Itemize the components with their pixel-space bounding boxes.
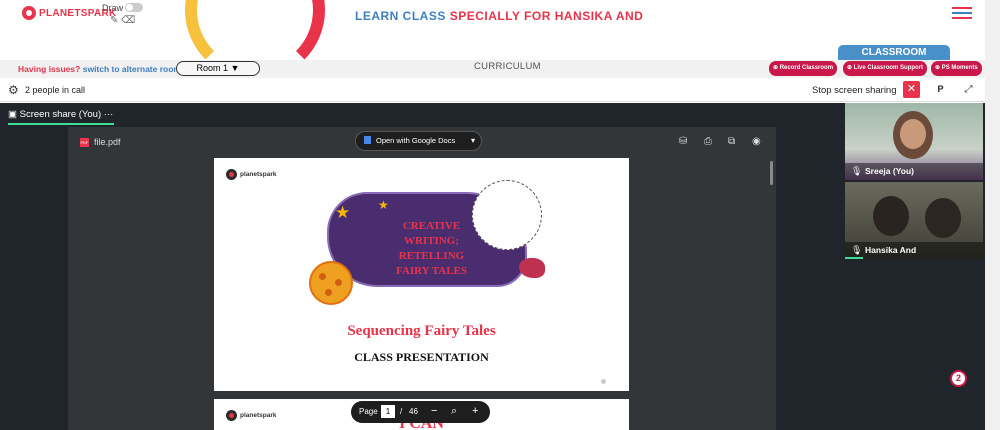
slide-logo-text: planetspark	[240, 412, 277, 419]
slide-title-line4: FAIRY TALES	[395, 265, 468, 277]
meeting-stage: ▣ Screen share (You) ··· PDF file.pdf Op…	[0, 103, 985, 430]
screen-share-header: ▣ Screen share (You) ···	[0, 103, 843, 127]
speaking-indicator	[845, 257, 863, 259]
close-icon: ✕	[906, 83, 917, 95]
gem-icon	[519, 258, 545, 278]
people-count: 2 people in call	[25, 85, 86, 95]
participant-video	[925, 198, 961, 238]
live-support-button[interactable]: ⊕ Live Classroom Support	[843, 61, 928, 76]
record-icon: ⊕	[773, 65, 780, 71]
gear-icon[interactable]: ⚙	[8, 83, 19, 97]
room-select-value: Room 1	[196, 63, 229, 73]
dashed-circle	[472, 180, 542, 250]
slide-title-line2: WRITING;	[403, 235, 459, 247]
participant-face	[900, 119, 926, 149]
pdf-viewer: PDF file.pdf Open with Google Docs ▾ ⛁ ⎙ …	[68, 127, 776, 430]
slide-logo-mark-icon	[226, 169, 237, 180]
p-button[interactable]: P	[932, 81, 949, 98]
print-icon[interactable]: ⎙	[704, 136, 712, 147]
viewer-scrollbar[interactable]	[770, 161, 773, 185]
ps-moments-button[interactable]: ⊕ PS Moments	[931, 61, 982, 76]
page-separator: /	[400, 407, 403, 416]
avatar[interactable]: ◉	[752, 136, 761, 147]
google-docs-icon	[364, 136, 371, 144]
class-banner: LEARN CLASS SPECIALLY FOR HANSIKA AND	[355, 9, 643, 23]
participant-video	[873, 196, 909, 236]
notification-badge[interactable]: 2	[950, 370, 967, 387]
curriculum-tab[interactable]: CURRICULUM	[474, 61, 541, 72]
slide-class-label: CLASS PRESENTATION	[354, 350, 489, 364]
slide-logo-mark-icon	[226, 410, 237, 421]
ps-moments-label: PS Moments	[941, 65, 978, 71]
mic-icon[interactable]: 🎙	[851, 245, 862, 256]
participant-tile[interactable]: Hansika And 🎙	[845, 182, 983, 259]
star-icon: ★	[378, 198, 389, 212]
draw-toggle[interactable]	[125, 3, 143, 12]
chevron-down-icon[interactable]: ▾	[471, 132, 475, 150]
add-to-drive-icon[interactable]: ⛁	[679, 136, 687, 147]
pdf-file-icon: PDF	[80, 138, 89, 147]
open-new-window-icon[interactable]: ⧉	[728, 136, 735, 147]
alternate-room-link[interactable]: switch to alternate room	[83, 64, 181, 74]
stop-sharing-button[interactable]: ✕	[903, 81, 920, 98]
screen-share-label: Screen share (You)	[19, 109, 102, 120]
top-bar: PLANETSPARK Draw ✎ ⌫ LEARN CLASS SPECIAL…	[0, 0, 1000, 80]
live-support-label: Live Classroom Support	[853, 65, 924, 71]
participant-name: Sreeja (You)	[845, 163, 983, 180]
issues-text: Having issues?	[18, 64, 81, 74]
record-classroom-button[interactable]: ⊕ Record Classroom	[769, 61, 838, 76]
expand-icon[interactable]: ⤢	[960, 81, 977, 98]
record-classroom-label: Record Classroom	[779, 65, 834, 71]
total-pages: 46	[409, 407, 418, 416]
support-icon: ⊕	[847, 65, 854, 71]
page-label: Page	[359, 407, 378, 416]
eraser-icon[interactable]: ⌫	[121, 15, 135, 26]
open-with-google-docs-button[interactable]: Open with Google Docs ▾	[355, 131, 482, 151]
slide-title-line3: RETELLING	[398, 250, 465, 262]
pencil-icon[interactable]: ✎	[110, 15, 118, 26]
room-select[interactable]: Room 1 ▼	[176, 61, 260, 76]
issues-notice: Having issues? switch to alternate room	[18, 64, 181, 74]
slide-logo: planetspark	[226, 169, 277, 180]
tab-classroom[interactable]: CLASSROOM	[838, 45, 950, 61]
open-with-label: Open with Google Docs	[376, 136, 456, 145]
page-number-input[interactable]: 1	[381, 405, 395, 418]
draw-label: Draw	[102, 3, 124, 13]
logo-mark-icon	[22, 6, 36, 20]
page-dot	[601, 379, 606, 384]
participant-name: Hansika And	[845, 242, 983, 259]
left-gutter	[0, 127, 68, 430]
page-scrollbar[interactable]	[985, 0, 1000, 430]
zoom-in-icon[interactable]: +	[472, 405, 478, 417]
page-controls: Page 1 / 46 − ⌕ +	[351, 401, 490, 423]
slide-subtitle: Sequencing Fairy Tales	[347, 323, 496, 339]
screen-share-icon: ▣	[8, 109, 20, 120]
planet-icon	[309, 261, 353, 305]
screen-share-title[interactable]: ▣ Screen share (You) ···	[8, 109, 113, 120]
file-name: file.pdf	[94, 137, 121, 147]
stop-sharing-label: Stop screen sharing	[812, 85, 897, 96]
hamburger-icon[interactable]	[952, 7, 972, 22]
mic-icon[interactable]: 🎙	[851, 166, 862, 177]
more-options-icon[interactable]: ···	[104, 109, 114, 120]
participant-tile[interactable]: Sreeja (You) 🎙	[845, 103, 983, 180]
draw-tools[interactable]: ✎ ⌫	[110, 15, 135, 26]
chevron-down-icon: ▼	[230, 63, 240, 73]
zoom-out-icon[interactable]: −	[431, 405, 437, 417]
banner-part1: LEARN CLASS	[355, 9, 446, 23]
active-tab-underline	[8, 123, 114, 125]
star-icon: ★	[335, 203, 351, 222]
banner-part2: SPECIALLY FOR HANSIKA AND	[449, 9, 644, 23]
moments-icon: ⊕	[935, 65, 942, 71]
call-bar: ⚙ 2 people in call Stop screen sharing ✕…	[0, 79, 985, 102]
pdf-page-1: planetspark CREATIVE WRITING; RETELLING …	[214, 158, 629, 391]
room-bar: Having issues? switch to alternate room …	[0, 60, 1000, 78]
zoom-icon[interactable]: ⌕	[451, 405, 457, 418]
slide-logo-text: planetspark	[240, 171, 277, 178]
slide-logo: planetspark	[226, 410, 277, 421]
